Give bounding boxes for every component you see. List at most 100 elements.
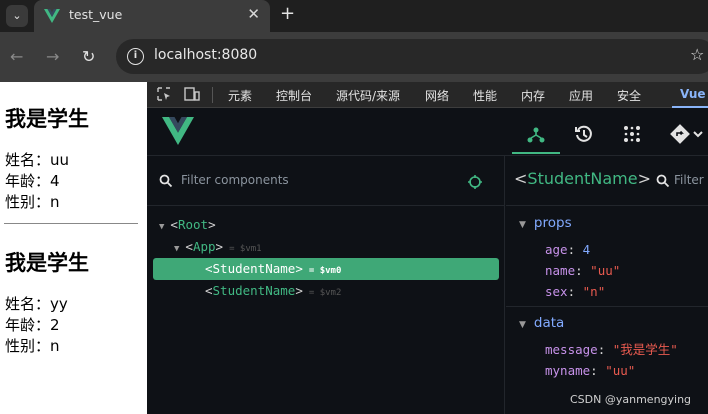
toolbar-separator bbox=[212, 87, 213, 103]
route-direction-icon bbox=[670, 124, 703, 144]
tab-sources[interactable]: 源代码/来源 bbox=[336, 87, 400, 104]
student-sex: 性别：n bbox=[5, 337, 60, 355]
student-age: 年龄：2 bbox=[5, 316, 60, 334]
component-name: Root bbox=[177, 217, 209, 232]
data-section: ▼ data message: "我是学生" myname: "uu" bbox=[506, 313, 708, 381]
component-inspector-pane: <StudentName> Filter ▼ props age: 4 name:… bbox=[506, 156, 708, 414]
tab-elements[interactable]: 元素 bbox=[228, 87, 252, 104]
prop-value[interactable]: "uu" bbox=[590, 263, 620, 278]
new-tab-button[interactable]: + bbox=[280, 3, 295, 24]
component-tree: ▼ <Root> ▼ <App> = $vm1 <StudentName> = $vm0… bbox=[147, 214, 505, 302]
site-info-icon[interactable]: i bbox=[127, 48, 144, 65]
vm-reference: = $vm0 bbox=[308, 266, 342, 276]
component-name: StudentName bbox=[212, 261, 296, 276]
plugins-tab-button[interactable] bbox=[608, 114, 656, 154]
history-icon bbox=[575, 125, 592, 142]
props-section: ▼ props age: 4 name: "uu" sex: "n" bbox=[506, 213, 708, 302]
prop-row: name: "uu" bbox=[545, 263, 621, 278]
selected-component-name: StudentName bbox=[527, 169, 638, 188]
search-icon bbox=[656, 174, 670, 188]
routing-tab-button[interactable] bbox=[656, 114, 704, 154]
component-name: StudentName bbox=[212, 283, 296, 298]
filter-components-input[interactable]: Filter components bbox=[181, 173, 289, 187]
browser-toolbar: ← → ↻ i localhost:8080 ☆ bbox=[0, 32, 708, 82]
data-row: message: "我是学生" bbox=[545, 342, 678, 357]
data-row: myname: "uu" bbox=[545, 363, 636, 378]
timeline-tab-button[interactable] bbox=[560, 114, 608, 154]
student-heading: 我是学生 bbox=[5, 251, 89, 275]
tab-application[interactable]: 应用 bbox=[569, 87, 593, 104]
tab-strip: ⌄ test_vue ✕ + bbox=[0, 0, 708, 32]
student-age: 年龄：4 bbox=[5, 172, 60, 190]
data-key: message bbox=[545, 342, 598, 357]
address-bar[interactable]: i localhost:8080 ☆ bbox=[116, 39, 708, 74]
data-title: data bbox=[533, 315, 565, 331]
inspect-element-icon[interactable] bbox=[156, 85, 172, 103]
prop-row: age: 4 bbox=[545, 242, 591, 257]
browser-tab[interactable]: test_vue ✕ bbox=[34, 0, 270, 32]
devtools-tab-bar: 元素 控制台 源代码/来源 网络 性能 内存 应用 安全 Vue bbox=[147, 82, 708, 108]
inspector-header: <StudentName> Filter bbox=[506, 156, 708, 206]
selected-component-title: <StudentName> bbox=[514, 169, 651, 188]
vue-devtools-header bbox=[147, 108, 708, 156]
vm-reference: = $vm1 bbox=[229, 244, 262, 254]
tab-console[interactable]: 控制台 bbox=[276, 87, 312, 104]
prop-value[interactable]: "n" bbox=[583, 284, 606, 299]
data-value[interactable]: "我是学生" bbox=[613, 342, 678, 357]
student-name: 姓名：yy bbox=[5, 295, 68, 313]
data-key: myname bbox=[545, 363, 591, 378]
divider bbox=[4, 223, 138, 224]
tree-node-root[interactable]: ▼ <Root> bbox=[147, 214, 505, 236]
prop-value[interactable]: 4 bbox=[583, 242, 591, 257]
expand-arrow-icon[interactable]: ▼ bbox=[159, 222, 164, 232]
data-value[interactable]: "uu" bbox=[605, 363, 635, 378]
student-heading: 我是学生 bbox=[5, 107, 89, 131]
device-toolbar-icon[interactable] bbox=[184, 85, 200, 103]
tree-node-app[interactable]: ▼ <App> = $vm1 bbox=[147, 236, 505, 258]
prop-key: age bbox=[545, 242, 568, 257]
tree-node-student[interactable]: <StudentName> = $vm2 bbox=[147, 280, 505, 302]
collapse-arrow-icon[interactable]: ▼ bbox=[519, 220, 526, 230]
component-tree-icon bbox=[527, 127, 545, 143]
vue-logo-icon bbox=[44, 9, 60, 23]
student-card: 我是学生 姓名：uu 年龄：4 性别：n bbox=[5, 103, 89, 213]
data-section-header[interactable]: ▼ data bbox=[506, 313, 708, 333]
browser-window: ⌄ test_vue ✕ + ← → ↻ i localhost:8080 ☆ … bbox=[0, 0, 708, 414]
filter-state-input[interactable]: Filter bbox=[674, 173, 704, 187]
expand-arrow-icon[interactable]: ▼ bbox=[174, 244, 179, 254]
bookmark-star-icon[interactable]: ☆ bbox=[690, 45, 704, 64]
props-title: props bbox=[533, 215, 572, 231]
tab-vue[interactable]: Vue bbox=[680, 87, 706, 101]
devtools-panel: 元素 控制台 源代码/来源 网络 性能 内存 应用 安全 Vue Filter … bbox=[147, 82, 708, 414]
vue-logo-icon bbox=[162, 117, 194, 145]
component-tree-pane: Filter components ▼ <Root> ▼ <App> = $vm1 <… bbox=[147, 156, 505, 414]
dots-grid-icon bbox=[624, 126, 640, 142]
section-divider bbox=[506, 306, 708, 307]
url-text[interactable]: localhost:8080 bbox=[154, 47, 257, 63]
component-name: App bbox=[192, 239, 216, 254]
prop-key: sex bbox=[545, 284, 568, 299]
tab-network[interactable]: 网络 bbox=[425, 87, 449, 104]
back-button[interactable]: ← bbox=[10, 47, 23, 66]
prop-row: sex: "n" bbox=[545, 284, 606, 299]
component-filter[interactable]: Filter components bbox=[147, 156, 505, 206]
collapse-arrow-icon[interactable]: ▼ bbox=[519, 320, 526, 330]
reload-button[interactable]: ↻ bbox=[82, 47, 95, 66]
watermark-text: CSDN @yanmengying bbox=[570, 393, 692, 406]
tab-close-icon[interactable]: ✕ bbox=[247, 5, 260, 23]
props-section-header[interactable]: ▼ props bbox=[506, 213, 708, 233]
student-card: 我是学生 姓名：yy 年龄：2 性别：n bbox=[5, 247, 89, 357]
tab-memory[interactable]: 内存 bbox=[521, 87, 545, 104]
prop-key: name bbox=[545, 263, 576, 278]
student-sex: 性别：n bbox=[5, 193, 60, 211]
tree-node-student-selected[interactable]: <StudentName> = $vm0 bbox=[153, 258, 499, 280]
select-component-target-icon[interactable] bbox=[467, 174, 483, 190]
tab-search-button[interactable]: ⌄ bbox=[6, 5, 28, 27]
tab-title: test_vue bbox=[69, 7, 123, 22]
forward-button[interactable]: → bbox=[46, 47, 59, 66]
tab-security[interactable]: 安全 bbox=[617, 87, 641, 104]
search-icon bbox=[159, 174, 173, 188]
components-tab-button[interactable] bbox=[512, 114, 560, 154]
vm-reference: = $vm2 bbox=[308, 288, 342, 298]
tab-performance[interactable]: 性能 bbox=[473, 87, 497, 104]
